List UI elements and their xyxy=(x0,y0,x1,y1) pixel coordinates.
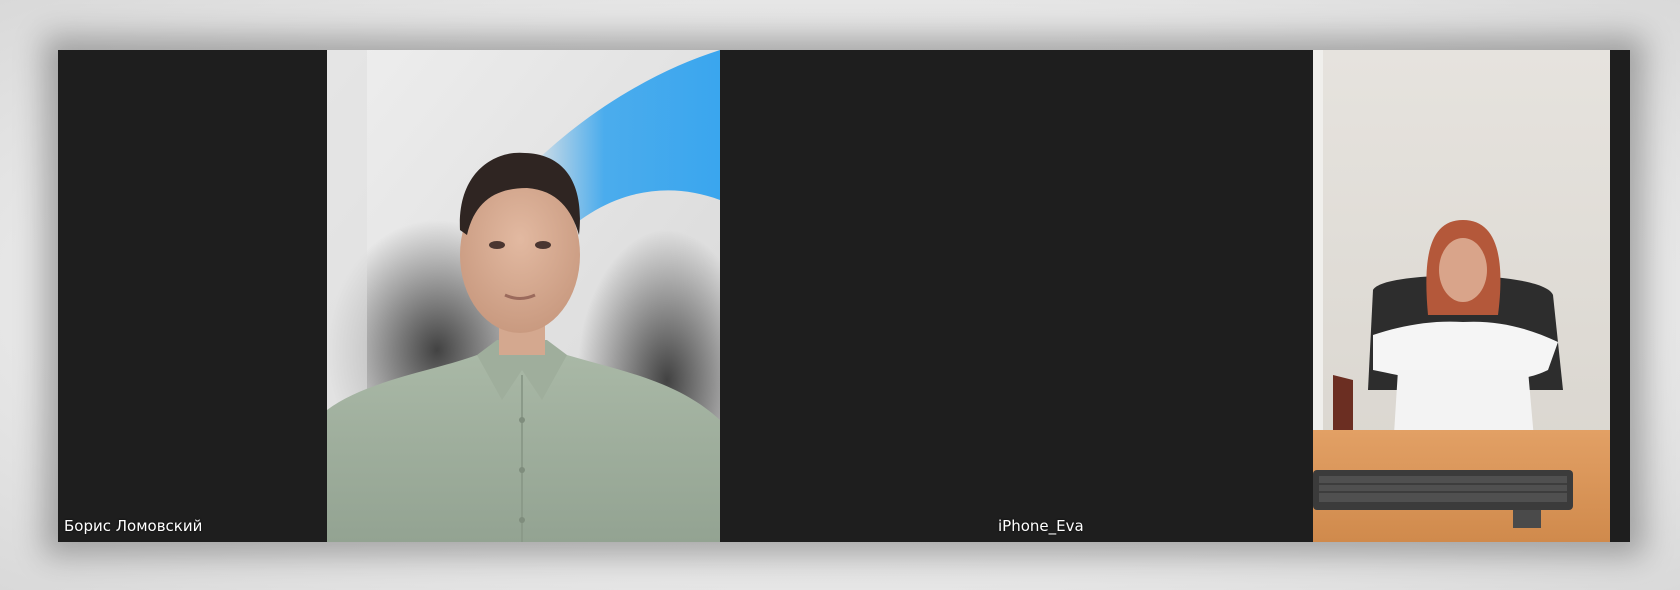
screen-frame: Борис Ломовский iPhone_Eva xyxy=(0,0,1680,590)
participant-name-label: Борис Ломовский xyxy=(64,517,203,535)
participant-video-1 xyxy=(327,50,720,542)
participant-name-label: iPhone_Eva xyxy=(998,517,1084,535)
video-call-window: Борис Ломовский iPhone_Eva xyxy=(58,50,1630,542)
male-participant-camera-feed xyxy=(327,50,720,542)
participant-video-2 xyxy=(1313,50,1610,542)
female-participant-camera-feed xyxy=(1313,50,1610,542)
